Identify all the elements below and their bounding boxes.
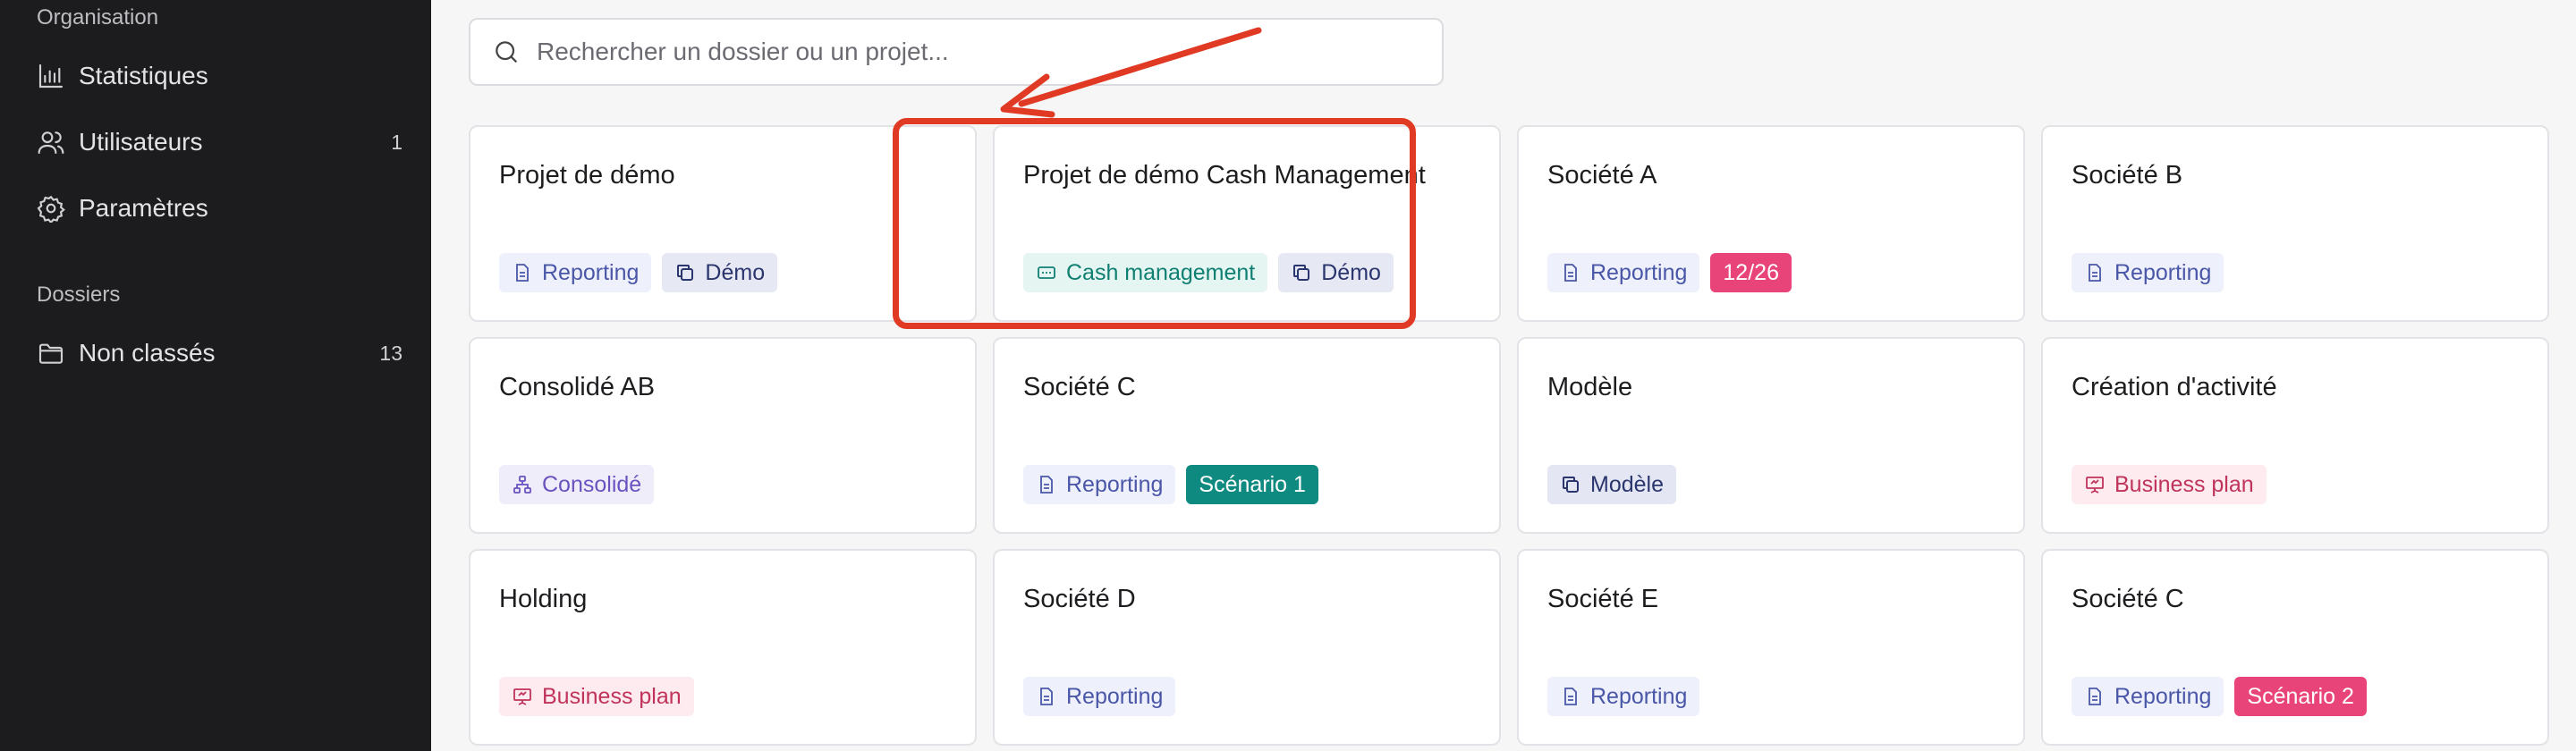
tag-label: Reporting	[2114, 259, 2212, 285]
sidebar-item-label: Statistiques	[79, 62, 208, 89]
presentation-icon	[513, 688, 531, 705]
project-card[interactable]: Projet de démo Reporting Démo	[469, 125, 977, 322]
sidebar-item-label: Non classés	[79, 339, 216, 367]
tag-scenario: Scénario 2	[2234, 677, 2367, 716]
project-card[interactable]: Société D Reporting	[993, 549, 1501, 746]
search-input[interactable]	[535, 37, 1442, 67]
folder-count: 13	[379, 341, 402, 365]
tag-reporting: Reporting	[1547, 253, 1700, 292]
document-icon	[2089, 688, 2101, 705]
tag-reporting: Reporting	[1547, 677, 1700, 716]
project-card[interactable]: Création d'activité Business plan	[2041, 337, 2549, 534]
sidebar-item-parametres[interactable]: Paramètres	[36, 186, 402, 231]
card-title: Société B	[2072, 161, 2183, 190]
project-card[interactable]: Société E Reporting	[1517, 549, 2025, 746]
tag-label: Reporting	[2114, 683, 2212, 709]
project-card[interactable]: Société C Reporting Scénario 2	[2041, 549, 2549, 746]
project-card[interactable]: Société A Reporting 12/26	[1517, 125, 2025, 322]
users-icon	[36, 127, 66, 157]
folder-icon	[36, 338, 66, 368]
project-card[interactable]: Société C Reporting Scénario 1	[993, 337, 1501, 534]
presentation-icon	[2086, 477, 2104, 494]
tag-label: Cash management	[1066, 259, 1256, 285]
card-title: Société D	[1023, 585, 1136, 613]
card-title: Holding	[499, 585, 588, 613]
card-title: Société C	[1023, 373, 1136, 401]
project-card[interactable]: Société B Reporting	[2041, 125, 2549, 322]
copy-icon	[1293, 265, 1310, 281]
project-card[interactable]: Projet de démo Cash Management Cash mana…	[993, 125, 1501, 322]
document-icon	[1564, 264, 1577, 282]
sidebar-item-label: Paramètres	[79, 194, 208, 222]
tag-label: Business plan	[542, 683, 682, 709]
card-title: Société A	[1547, 161, 1657, 190]
users-count: 1	[391, 130, 402, 154]
tag-label: Reporting	[542, 259, 640, 285]
main-content: Projet de démo Reporting Démo Projet de …	[431, 0, 2576, 751]
tag-label: Business plan	[2114, 471, 2254, 497]
gear-icon	[36, 193, 66, 224]
card-title: Société E	[1547, 585, 1659, 613]
tag-reporting: Reporting	[499, 253, 652, 292]
search-icon	[496, 41, 517, 63]
copy-icon	[677, 265, 694, 281]
sidebar-item-statistiques[interactable]: Statistiques	[36, 54, 402, 98]
tag-business-plan: Business plan	[499, 677, 694, 716]
bar-chart-icon	[36, 61, 66, 91]
tag-reporting: Reporting	[1023, 465, 1176, 504]
search-bar[interactable]	[469, 18, 1444, 86]
hierarchy-icon	[513, 476, 531, 494]
tag-demo: Démo	[662, 253, 778, 292]
tag-label: Reporting	[1066, 471, 1164, 497]
tag-cash-management: Cash management	[1023, 253, 1268, 292]
tag-reporting: Reporting	[2072, 253, 2224, 292]
card-title: Création d'activité	[2072, 373, 2277, 401]
tag-label: Reporting	[1590, 259, 1688, 285]
document-icon	[1564, 688, 1577, 705]
tag-label: Reporting	[1066, 683, 1164, 709]
project-card[interactable]: Holding Business plan	[469, 549, 977, 746]
tag-label: Démo	[705, 259, 766, 285]
tag-period: 12/26	[1710, 253, 1792, 292]
card-title: Société C	[2072, 585, 2184, 613]
tag-consolide: Consolidé	[499, 465, 655, 504]
cash-icon	[1038, 266, 1055, 279]
sidebar-item-label: Utilisateurs	[79, 128, 203, 156]
tag-label: Démo	[1321, 259, 1381, 285]
tag-label: Modèle	[1590, 471, 1664, 497]
document-icon	[1040, 688, 1053, 705]
document-icon	[516, 264, 529, 282]
tag-reporting: Reporting	[1023, 677, 1176, 716]
sidebar-item-non-classes[interactable]: Non classés 13	[36, 331, 402, 376]
document-icon	[2089, 264, 2101, 282]
copy-icon	[1563, 477, 1579, 493]
dossiers-section-title: Dossiers	[37, 283, 121, 307]
tag-demo: Démo	[1278, 253, 1394, 292]
sidebar-item-utilisateurs[interactable]: Utilisateurs 1	[36, 120, 402, 165]
tag-scenario: Scénario 1	[1186, 465, 1318, 504]
tag-business-plan: Business plan	[2072, 465, 2267, 504]
tag-modele: Modèle	[1547, 465, 1676, 504]
sidebar: Organisation Statistiques Utilisateurs 1…	[0, 0, 431, 751]
project-card[interactable]: Modèle Modèle	[1517, 337, 2025, 534]
card-title: Projet de démo	[499, 161, 675, 190]
card-title: Consolidé AB	[499, 373, 656, 401]
tag-label: Reporting	[1590, 683, 1688, 709]
tag-reporting: Reporting	[2072, 677, 2224, 716]
organisation-section-title: Organisation	[37, 5, 159, 30]
document-icon	[1040, 476, 1053, 494]
project-card[interactable]: Consolidé AB Consolidé	[469, 337, 977, 534]
card-title: Projet de démo Cash Management	[1023, 161, 1426, 190]
tag-label: Consolidé	[542, 471, 642, 497]
card-title: Modèle	[1547, 373, 1633, 401]
